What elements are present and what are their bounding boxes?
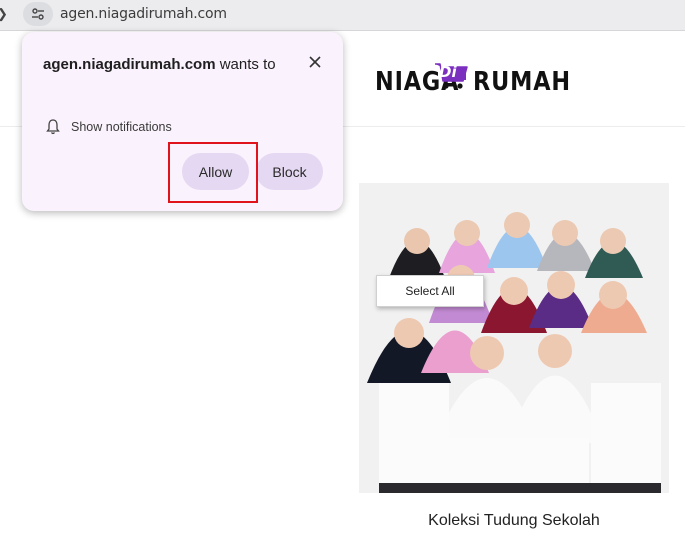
product-title[interactable]: Koleksi Tudung Sekolah <box>359 512 669 530</box>
permission-label: Show notifications <box>71 120 172 134</box>
context-menu: Select All <box>376 275 484 307</box>
close-icon[interactable] <box>306 53 324 71</box>
popup-wants-text: wants to <box>219 56 276 73</box>
popup-site-name: agen.niagadirumah.com <box>43 56 216 73</box>
bell-icon <box>46 119 60 135</box>
logo-text-right: RUMAH <box>473 67 571 97</box>
logo-text-middle: Di <box>439 63 457 81</box>
popup-heading: agen.niagadirumah.com wants to <box>43 53 283 77</box>
product-photo <box>359 183 669 493</box>
browser-toolbar: ❯ agen.niagadirumah.com <box>0 0 685 31</box>
site-info-button[interactable] <box>23 2 53 26</box>
back-arrow-icon[interactable]: ❯ <box>0 6 8 22</box>
block-button[interactable]: Block <box>256 153 323 190</box>
select-all-menu-item[interactable]: Select All <box>377 284 483 298</box>
address-bar-url[interactable]: agen.niagadirumah.com <box>60 6 227 22</box>
allow-highlight-box <box>168 142 258 203</box>
product-image[interactable] <box>359 183 669 493</box>
tune-icon <box>32 8 44 20</box>
